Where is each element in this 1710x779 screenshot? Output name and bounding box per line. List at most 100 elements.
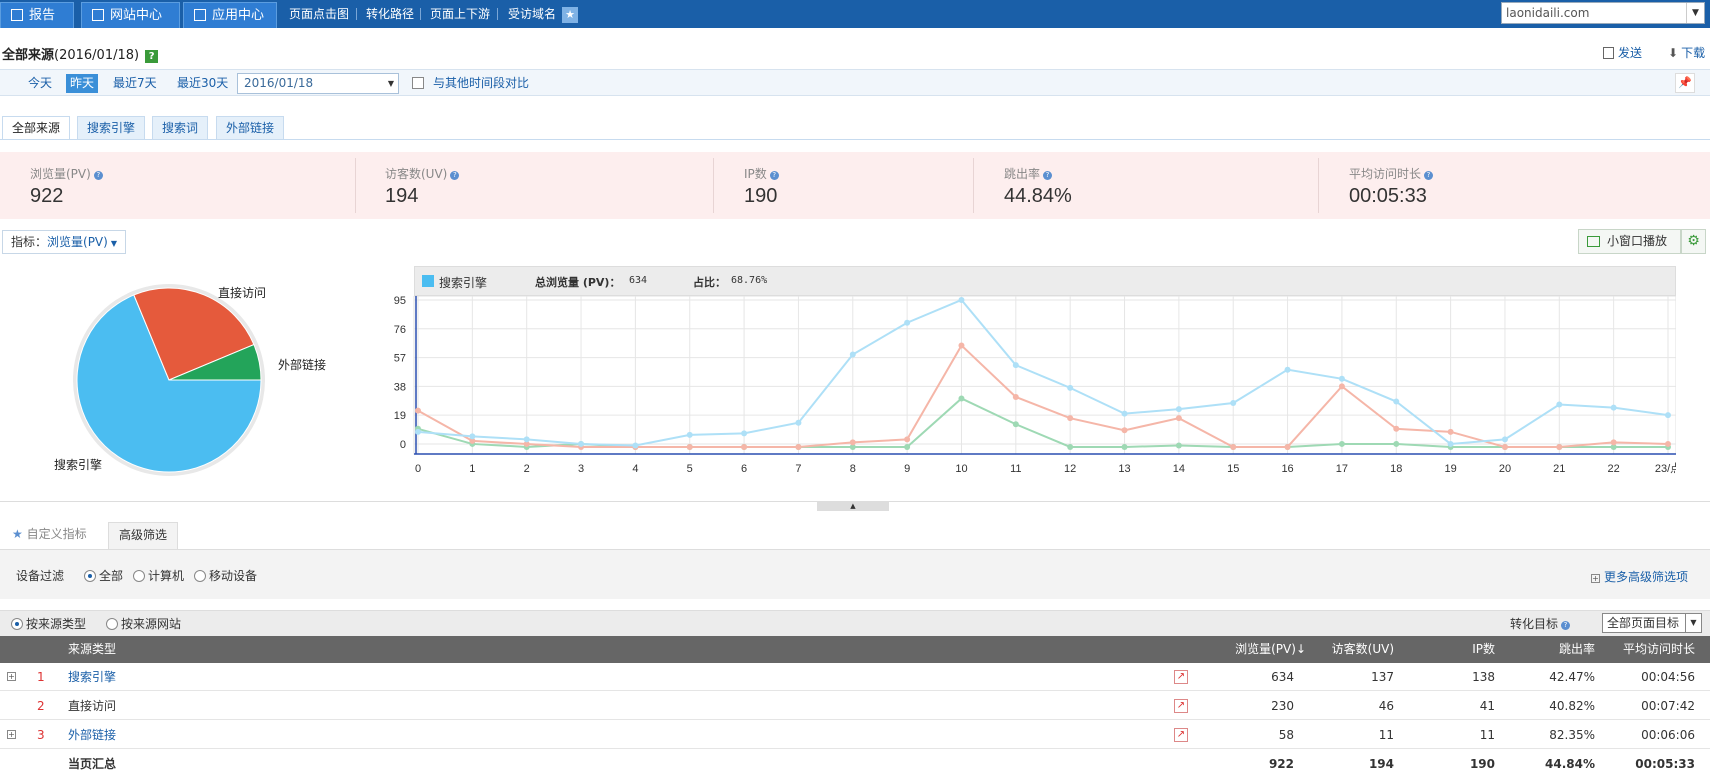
trend-icon[interactable]: ↗ — [1174, 699, 1188, 713]
series-point[interactable] — [1393, 398, 1400, 405]
series-point[interactable] — [1230, 400, 1237, 407]
series-point[interactable] — [1501, 443, 1508, 450]
small-window-button[interactable]: 小窗口播放 — [1578, 229, 1681, 254]
series-point[interactable] — [1067, 443, 1074, 450]
collapse-chevron-icon[interactable]: ▲ — [817, 501, 889, 511]
tab-search-terms[interactable]: 搜索词 — [152, 116, 209, 140]
series-point[interactable] — [741, 430, 748, 437]
series-point[interactable] — [686, 431, 693, 438]
group-option-type[interactable]: 按来源类型 — [26, 615, 86, 632]
header-pv[interactable]: 浏览量(PV)↓ — [1200, 636, 1306, 663]
series-point[interactable] — [1175, 406, 1182, 413]
series-point[interactable] — [904, 443, 911, 450]
series-point[interactable] — [849, 351, 856, 358]
info-icon[interactable]: ? — [93, 171, 103, 180]
nav-link-conversion-path[interactable]: 转化路径 — [366, 0, 414, 28]
header-source-type[interactable]: 来源类型 — [68, 636, 116, 663]
send-button[interactable]: 发送 — [1603, 44, 1642, 61]
series-point[interactable] — [1665, 412, 1671, 419]
info-icon[interactable]: ? — [769, 171, 779, 180]
device-option-mobile[interactable]: 移动设备 — [209, 567, 257, 584]
series-point[interactable] — [469, 433, 476, 440]
series-point[interactable] — [686, 443, 693, 450]
header-uv[interactable]: 访客数(UV) — [1316, 636, 1394, 663]
date-last7-button[interactable]: 最近7天 — [109, 74, 161, 93]
expand-icon[interactable]: + — [7, 730, 16, 739]
series-point[interactable] — [1012, 362, 1019, 369]
series-point[interactable] — [1393, 440, 1400, 447]
series-point[interactable] — [741, 443, 748, 450]
expand-icon[interactable]: + — [7, 672, 16, 681]
info-icon[interactable]: ? — [1043, 171, 1053, 180]
goal-select[interactable]: 全部页面目标 ▼ — [1602, 613, 1702, 633]
series-point[interactable] — [1175, 442, 1182, 449]
metric-select[interactable]: 指标：浏览量(PV) ▼ — [2, 230, 126, 254]
series-point[interactable] — [958, 297, 965, 303]
header-ip[interactable]: IP数 — [1440, 636, 1495, 663]
date-last30-button[interactable]: 最近30天 — [173, 74, 232, 93]
site-center-tab[interactable]: 网站中心 — [81, 2, 180, 28]
device-option-computer[interactable]: 计算机 — [148, 567, 184, 584]
series-point[interactable] — [1556, 401, 1563, 408]
report-tab[interactable]: 报告 — [0, 2, 74, 28]
series-point[interactable] — [958, 395, 965, 402]
gear-icon[interactable]: ⚙ — [1681, 229, 1706, 254]
series-point[interactable] — [1556, 443, 1563, 450]
series-point[interactable] — [1067, 415, 1074, 422]
trend-icon[interactable]: ↗ — [1174, 728, 1188, 742]
header-duration[interactable]: 平均访问时长 — [1610, 636, 1695, 663]
tab-advanced-filter[interactable]: 高级筛选 — [108, 522, 179, 549]
series-point[interactable] — [1610, 404, 1617, 411]
series-point[interactable] — [1338, 383, 1345, 390]
device-radio-all[interactable] — [84, 570, 96, 582]
trend-icon[interactable]: ↗ — [1174, 670, 1188, 684]
app-center-tab[interactable]: 应用中心 — [183, 2, 277, 28]
nav-link-page-click[interactable]: 页面点击图 — [289, 0, 349, 28]
pin-icon[interactable]: 📌 — [1675, 73, 1695, 93]
series-point[interactable] — [849, 439, 856, 446]
series-point[interactable] — [795, 419, 802, 426]
device-option-all[interactable]: 全部 — [99, 567, 123, 584]
nav-link-page-flow[interactable]: 页面上下游 — [430, 0, 490, 28]
series-point[interactable] — [904, 436, 911, 443]
series-point[interactable] — [1121, 443, 1128, 450]
group-radio-site[interactable] — [106, 618, 118, 630]
group-radio-type[interactable] — [11, 618, 23, 630]
group-option-site[interactable]: 按来源网站 — [121, 615, 181, 632]
download-button[interactable]: ⬇ 下载 — [1668, 44, 1705, 61]
series-point[interactable] — [1447, 440, 1454, 447]
series-point[interactable] — [1121, 427, 1128, 434]
domain-select[interactable]: laonidaili.com ▼ — [1501, 2, 1705, 24]
series-point[interactable] — [1175, 415, 1182, 422]
tab-custom-metrics[interactable]: ★ 自定义指标 — [2, 522, 97, 549]
row-source-name[interactable]: 外部链接 — [68, 721, 116, 749]
help-icon[interactable]: ? — [145, 50, 159, 63]
compare-label[interactable]: 与其他时间段对比 — [433, 74, 529, 93]
series-point[interactable] — [415, 407, 421, 414]
series-point[interactable] — [958, 342, 965, 349]
series-point[interactable] — [523, 436, 530, 443]
series-point[interactable] — [795, 443, 802, 450]
series-point[interactable] — [1338, 440, 1345, 447]
series-point[interactable] — [1284, 366, 1291, 373]
series-point[interactable] — [632, 442, 639, 449]
more-filters-link[interactable]: + 更多高级筛选项 — [1591, 568, 1688, 585]
series-point[interactable] — [578, 440, 585, 447]
series-point[interactable] — [1284, 443, 1291, 450]
series-point[interactable] — [1067, 384, 1074, 391]
header-bounce[interactable]: 跳出率 — [1540, 636, 1595, 663]
series-point[interactable] — [1393, 425, 1400, 432]
device-radio-computer[interactable] — [133, 570, 145, 582]
nav-link-visited-domain[interactable]: 受访域名 — [508, 0, 556, 28]
row-source-name[interactable]: 搜索引擎 — [68, 663, 116, 691]
date-picker[interactable]: 2016/01/18 ▼ — [237, 73, 399, 94]
info-icon[interactable]: ? — [1424, 171, 1434, 180]
star-icon[interactable]: ★ — [562, 7, 578, 23]
date-today-button[interactable]: 今天 — [24, 74, 56, 93]
series-point[interactable] — [1665, 440, 1671, 447]
series-point[interactable] — [415, 428, 421, 435]
series-point[interactable] — [904, 319, 911, 326]
compare-checkbox[interactable] — [412, 77, 424, 89]
series-point[interactable] — [1012, 421, 1019, 428]
date-yesterday-button[interactable]: 昨天 — [66, 74, 99, 93]
